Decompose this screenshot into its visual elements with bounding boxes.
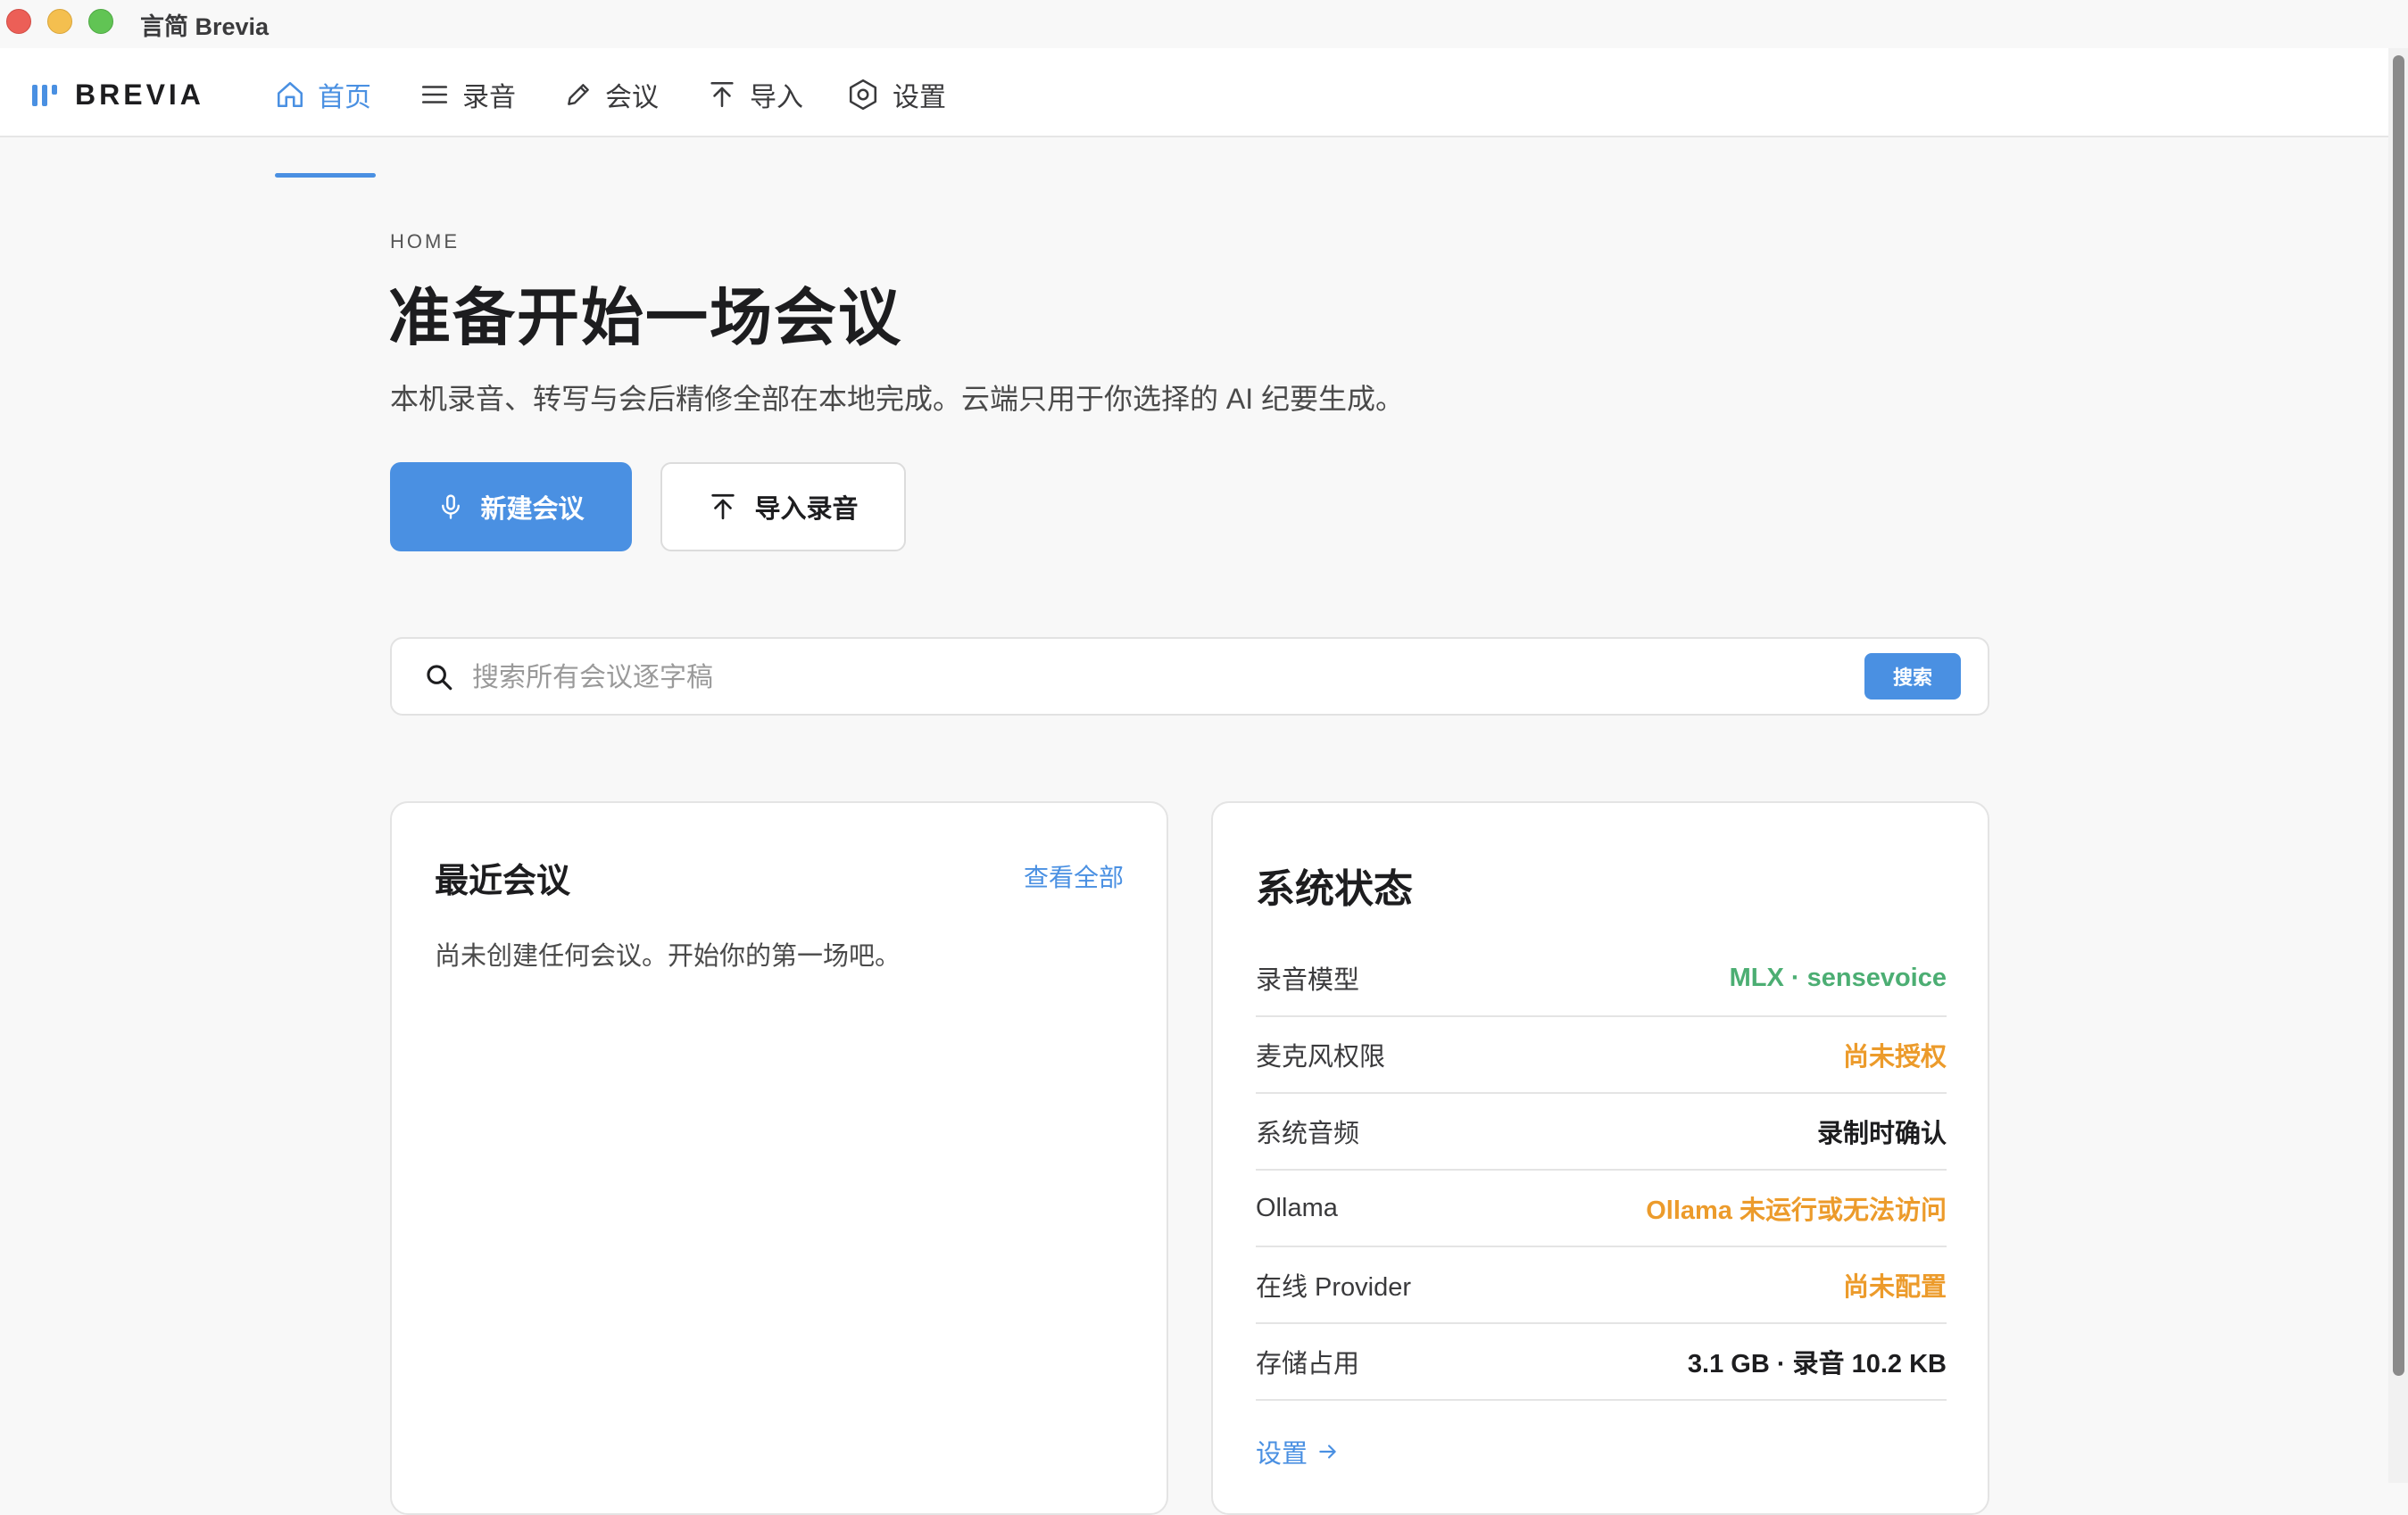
nav-tab-label: 会议 bbox=[605, 83, 659, 112]
recent-meetings-card: 最近会议 查看全部 尚未创建任何会议。开始你的第一场吧。 bbox=[390, 801, 1168, 1515]
status-list: 录音模型 MLX · sensevoice 麦克风权限 尚未授权 系统音频 录制… bbox=[1256, 940, 1947, 1401]
status-value: Ollama 未运行或无法访问 bbox=[1646, 1196, 1947, 1225]
active-tab-indicator bbox=[275, 173, 376, 178]
nav-tab-label: 导入 bbox=[750, 83, 803, 112]
status-row-microphone: 麦克风权限 尚未授权 bbox=[1256, 1017, 1947, 1094]
pencil-icon bbox=[568, 84, 589, 105]
nav-tab-meetings[interactable]: 会议 bbox=[564, 68, 659, 121]
brand-name: BREVIA bbox=[75, 78, 204, 111]
status-label: 麦克风权限 bbox=[1256, 1043, 1386, 1072]
microphone-icon bbox=[442, 494, 461, 519]
status-label: 在线 Provider bbox=[1256, 1273, 1412, 1302]
import-icon bbox=[710, 81, 734, 108]
import-icon bbox=[711, 493, 735, 520]
minimize-window-button[interactable] bbox=[47, 9, 72, 34]
import-recording-button[interactable]: 导入录音 bbox=[660, 462, 906, 551]
scrollbar-thumb[interactable] bbox=[2393, 55, 2404, 1376]
import-recording-label: 导入录音 bbox=[754, 495, 859, 524]
settings-link[interactable]: 设置 bbox=[1256, 1433, 1340, 1470]
nav-tab-recordings[interactable]: 录音 bbox=[419, 68, 516, 121]
status-value: 尚未授权 bbox=[1842, 1043, 1947, 1072]
window-title: 言简 Brevia bbox=[140, 13, 270, 40]
close-window-button[interactable] bbox=[6, 9, 31, 34]
search-input[interactable] bbox=[470, 655, 1723, 701]
search-icon bbox=[427, 665, 453, 691]
list-icon bbox=[421, 86, 448, 103]
search-button[interactable]: 搜索 bbox=[1864, 653, 1961, 700]
status-label: 存储占用 bbox=[1256, 1350, 1360, 1378]
logo-icon bbox=[32, 81, 61, 108]
home-icon bbox=[277, 81, 303, 108]
top-navbar: BREVIA 首页 录音 会议 导入 设置 bbox=[0, 48, 2408, 178]
status-label: 系统音频 bbox=[1256, 1120, 1360, 1148]
empty-state-text: 尚未创建任何会议。开始你的第一场吧。 bbox=[435, 942, 901, 971]
status-row-storage: 存储占用 3.1 GB · 录音 10.2 KB bbox=[1256, 1324, 1947, 1401]
new-meeting-label: 新建会议 bbox=[480, 495, 585, 524]
status-value: 尚未配置 bbox=[1842, 1273, 1947, 1302]
status-label: Ollama bbox=[1256, 1193, 1338, 1222]
window-titlebar: 言简 Brevia bbox=[0, 0, 2408, 48]
transcript-search-bar: 搜索 bbox=[390, 637, 1989, 716]
status-row-ollama: Ollama Ollama 未运行或无法访问 bbox=[1256, 1171, 1947, 1247]
new-meeting-button[interactable]: 新建会议 bbox=[390, 462, 632, 551]
status-label: 录音模型 bbox=[1256, 966, 1360, 995]
gear-icon bbox=[849, 79, 877, 111]
nav-tab-label: 设置 bbox=[893, 83, 946, 112]
arrow-right-icon bbox=[1319, 1445, 1336, 1459]
brand-logo[interactable]: BREVIA bbox=[32, 78, 204, 111]
zoom-window-button[interactable] bbox=[88, 9, 113, 34]
status-row-system-audio: 系统音频 录制时确认 bbox=[1256, 1094, 1947, 1171]
status-row-online-provider: 在线 Provider 尚未配置 bbox=[1256, 1247, 1947, 1324]
status-value: 3.1 GB · 录音 10.2 KB bbox=[1687, 1350, 1947, 1378]
page-eyebrow: HOME bbox=[390, 230, 460, 252]
recent-meetings-title: 最近会议 bbox=[435, 863, 571, 900]
page-title: 准备开始一场会议 bbox=[388, 283, 902, 352]
system-status-title: 系统状态 bbox=[1256, 867, 1413, 911]
page-subtitle: 本机录音、转写与会后精修全部在本地完成。云端只用于你选择的 AI 纪要生成。 bbox=[390, 383, 1405, 415]
nav-tab-import[interactable]: 导入 bbox=[707, 68, 803, 121]
system-status-card: 系统状态 录音模型 MLX · sensevoice 麦克风权限 尚未授权 系统… bbox=[1211, 801, 1989, 1515]
nav-tab-label: 录音 bbox=[462, 83, 516, 112]
nav-tab-settings[interactable]: 设置 bbox=[846, 68, 946, 121]
status-value: MLX · sensevoice bbox=[1729, 963, 1947, 992]
nav-tab-home[interactable]: 首页 bbox=[275, 68, 371, 121]
status-value: 录制时确认 bbox=[1816, 1120, 1947, 1148]
nav-tab-label: 首页 bbox=[318, 83, 371, 112]
settings-link-label: 设置 bbox=[1256, 1440, 1308, 1469]
view-all-link[interactable]: 查看全部 bbox=[1024, 858, 1124, 894]
status-row-recording-model: 录音模型 MLX · sensevoice bbox=[1256, 940, 1947, 1017]
